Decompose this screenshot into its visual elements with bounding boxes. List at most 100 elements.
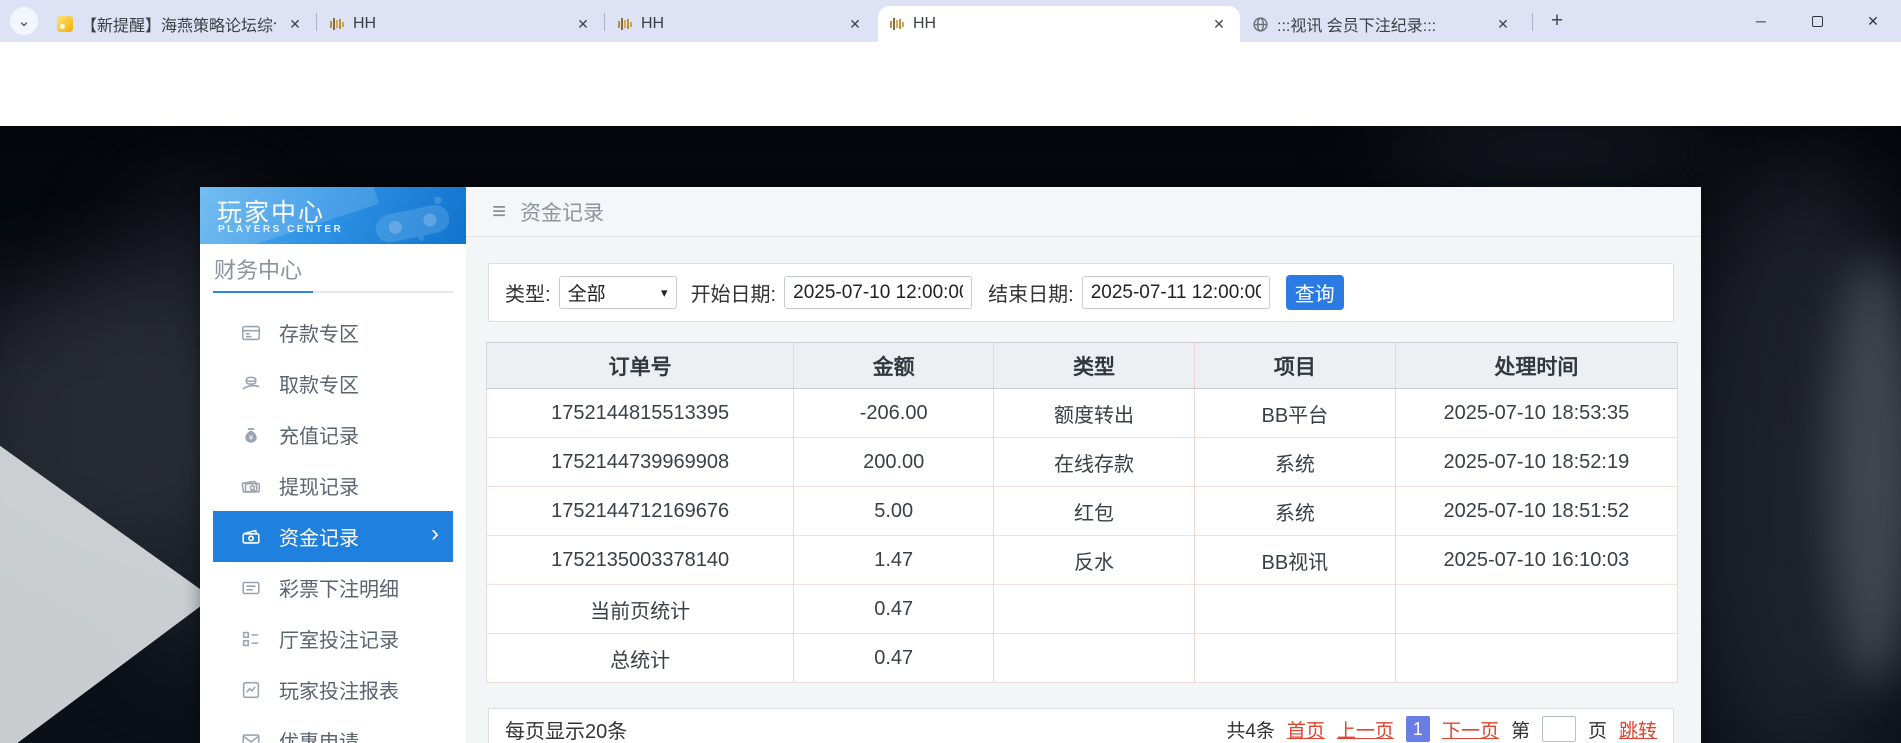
cashout-icon: [239, 474, 263, 498]
col-process-time: 处理时间: [1395, 343, 1677, 389]
table-row: 1752144712169676 5.00 红包 系统 2025-07-10 1…: [487, 487, 1678, 536]
sidebar-item-recharge-records[interactable]: ¥ 充值记录: [213, 409, 453, 460]
main-content: ≡ 资金记录 类型: 全部 ▾ 开始日期: 结束日期: 查询 订单: [466, 187, 1701, 743]
sidebar-item-deposit-area[interactable]: 存款专区: [213, 307, 453, 358]
funds-icon: [239, 525, 263, 549]
cell-order-id: 1752144739969908: [487, 438, 794, 487]
tab-close-icon[interactable]: ✕: [1208, 13, 1230, 35]
total-count-label: 共4条: [1226, 716, 1275, 743]
next-page-link[interactable]: 下一页: [1442, 716, 1499, 743]
tab-title: HH: [641, 15, 836, 33]
browser-toolbar: yl756.com/hhcp/usercenter.html?iniType=6…: [0, 42, 1901, 90]
table-row: 1752135003378140 1.47 反水 BB视讯 2025-07-10…: [487, 536, 1678, 585]
tab-close-icon[interactable]: ✕: [1492, 13, 1514, 35]
cell-process-time: 2025-07-10 18:51:52: [1395, 487, 1677, 536]
tab-hh-2[interactable]: HH ✕: [606, 6, 876, 42]
window-restore-button[interactable]: [1789, 0, 1845, 42]
cell-empty: [994, 585, 1195, 634]
tab-separator: [604, 13, 605, 31]
window-close-button[interactable]: ✕: [1845, 0, 1901, 42]
end-date-input[interactable]: [1082, 276, 1270, 309]
search-button[interactable]: 查询: [1286, 275, 1344, 310]
cell-order-id: 1752135003378140: [487, 536, 794, 585]
sidebar-item-label: 玩家投注报表: [279, 675, 399, 704]
player-center-panel: 玩家中心 PLAYERS CENTER 财务中心 存款专区: [200, 187, 1701, 743]
sidebar-item-fund-records[interactable]: 资金记录 ›: [213, 511, 453, 562]
hall-icon: [239, 627, 263, 651]
filter-bar: 类型: 全部 ▾ 开始日期: 结束日期: 查询: [488, 263, 1674, 322]
new-tab-button[interactable]: +: [1544, 8, 1570, 34]
chevron-right-icon: ›: [431, 520, 439, 548]
promo-icon: [239, 729, 263, 743]
recharge-icon: ¥: [239, 423, 263, 447]
cell-empty: [1395, 634, 1677, 683]
tab-title: HH: [913, 15, 1200, 33]
cell-process-time: 2025-07-10 16:10:03: [1395, 536, 1677, 585]
cell-amount: 0.47: [794, 634, 994, 683]
finance-center-heading: 财务中心: [214, 253, 302, 285]
browser-tab-strip: ⌄ 【新提醒】海燕策略论坛综合交 ✕ HH ✕ HH ✕ HH ✕ :::视讯 …: [0, 0, 1901, 42]
chevron-down-icon: ⌄: [18, 12, 31, 30]
cell-empty: [1194, 634, 1395, 683]
sidebar-item-label: 充值记录: [279, 420, 359, 449]
cell-process-time: 2025-07-10 18:53:35: [1395, 389, 1677, 438]
cell-type: 额度转出: [994, 389, 1195, 438]
jump-page-input[interactable]: [1542, 716, 1576, 742]
cell-order-id: 1752144712169676: [487, 487, 794, 536]
sidebar-item-player-bet-report[interactable]: 玩家投注报表: [213, 664, 453, 715]
hh-favicon-icon: [328, 16, 345, 33]
col-item: 项目: [1194, 343, 1395, 389]
col-order-id: 订单号: [487, 343, 794, 389]
cell-amount: -206.00: [794, 389, 994, 438]
tab-title: :::视讯 会员下注纪录:::: [1277, 12, 1484, 36]
first-page-link[interactable]: 首页: [1287, 716, 1325, 743]
tab-video-records[interactable]: :::视讯 会员下注纪录::: ✕: [1242, 6, 1524, 42]
deposit-icon: [239, 321, 263, 345]
sidebar-item-promo-application[interactable]: 优惠申请: [213, 715, 453, 743]
current-page-badge[interactable]: 1: [1406, 716, 1430, 742]
tab-hh-active[interactable]: HH ✕: [878, 6, 1240, 42]
tab-forum[interactable]: 【新提醒】海燕策略论坛综合交 ✕: [46, 6, 316, 42]
sidebar-item-lottery-bet-detail[interactable]: 彩票下注明细: [213, 562, 453, 613]
plus-icon: +: [1551, 9, 1563, 33]
players-center-banner: 玩家中心 PLAYERS CENTER: [200, 187, 466, 244]
hamburger-icon: ≡: [492, 200, 506, 224]
web-page-background: 玩家中心 PLAYERS CENTER 财务中心 存款专区: [0, 126, 1901, 743]
pagination-controls: 共4条 首页 上一页 1 下一页 第 页 跳转: [1226, 716, 1657, 743]
pagination-bar: 每页显示20条 共4条 首页 上一页 1 下一页 第 页 跳转: [488, 708, 1674, 743]
jump-button[interactable]: 跳转: [1619, 716, 1657, 743]
type-select-value: 全部: [568, 279, 606, 306]
tab-close-icon[interactable]: ✕: [844, 13, 866, 35]
sidebar-item-withdrawal-records[interactable]: 提现记录: [213, 460, 453, 511]
cell-empty: [1194, 585, 1395, 634]
section-divider: [213, 291, 453, 293]
report-icon: [239, 678, 263, 702]
sidebar-item-hall-bet-records[interactable]: 厅室投注记录: [213, 613, 453, 664]
tab-separator: [316, 13, 317, 31]
sidebar-item-withdraw-area[interactable]: 取款专区: [213, 358, 453, 409]
tab-hh-1[interactable]: HH ✕: [318, 6, 604, 42]
tab-close-icon[interactable]: ✕: [572, 13, 594, 35]
bookmarks-bar: 百度一下 所有书签: [0, 90, 1901, 126]
table-row-grand-total: 总统计 0.47: [487, 634, 1678, 683]
cell-process-time: 2025-07-10 18:52:19: [1395, 438, 1677, 487]
type-select[interactable]: 全部 ▾: [559, 276, 677, 309]
cell-item: 系统: [1194, 438, 1395, 487]
sidebar-item-label: 取款专区: [279, 369, 359, 398]
tab-close-icon[interactable]: ✕: [284, 13, 306, 35]
table-row: 1752144815513395 -206.00 额度转出 BB平台 2025-…: [487, 389, 1678, 438]
sidebar: 玩家中心 PLAYERS CENTER 财务中心 存款专区: [200, 187, 466, 743]
tab-title: 【新提醒】海燕策略论坛综合交: [81, 12, 276, 36]
prev-page-link[interactable]: 上一页: [1337, 716, 1394, 743]
start-date-input[interactable]: [784, 276, 972, 309]
tab-separator: [1532, 13, 1533, 31]
globe-icon: [1252, 16, 1269, 33]
tab-search-button[interactable]: ⌄: [10, 7, 38, 35]
cell-type: 反水: [994, 536, 1195, 585]
window-minimize-button[interactable]: ─: [1733, 0, 1789, 42]
cell-item: 系统: [1194, 487, 1395, 536]
sidebar-item-label: 厅室投注记录: [279, 624, 399, 653]
jump-suffix-label: 页: [1588, 716, 1607, 743]
cell-label: 总统计: [487, 634, 794, 683]
page-size-label: 每页显示20条: [505, 715, 627, 743]
